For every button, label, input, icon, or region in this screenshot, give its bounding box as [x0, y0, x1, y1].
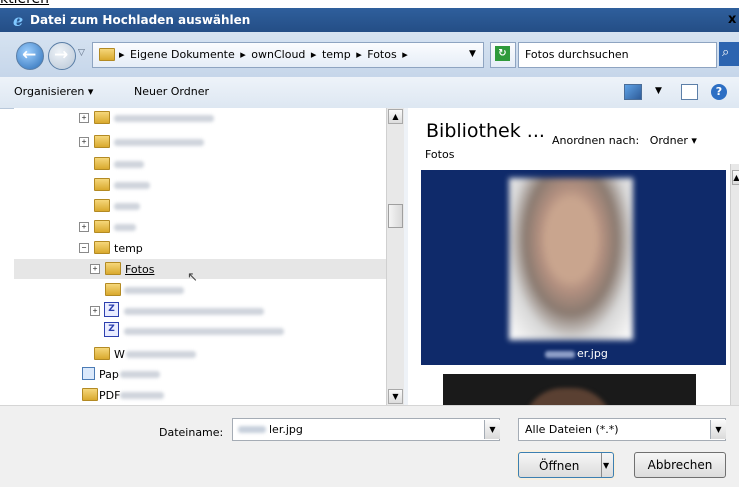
tree-item-label: PDF	[99, 389, 121, 402]
address-toolbar: ← → ▽ ▸ Eigene Dokumente ▸ ownCloud ▸ te…	[0, 32, 739, 78]
tree-item-temp[interactable]: − temp	[14, 238, 404, 258]
tree-item[interactable]: +	[14, 217, 404, 237]
command-bar: Organisieren ▾ Neuer Ordner ▼ ?	[0, 77, 739, 109]
folder-icon	[94, 220, 110, 233]
search-input[interactable]: Fotos durchsuchen	[518, 42, 717, 68]
expand-icon[interactable]: +	[79, 222, 89, 232]
breadcrumb-item[interactable]: Fotos	[367, 48, 396, 61]
expand-icon[interactable]: +	[90, 264, 100, 274]
expand-icon[interactable]: +	[79, 137, 89, 147]
photo-thumbnail	[509, 178, 633, 340]
filename-value: ler.jpg	[269, 423, 303, 436]
tree-item[interactable]	[14, 280, 404, 300]
back-arrow-icon: ←	[22, 45, 37, 65]
collapse-icon[interactable]: −	[79, 243, 89, 253]
filename-dropdown-icon[interactable]: ▼	[484, 420, 500, 439]
tree-item[interactable]: +	[14, 132, 404, 152]
arrange-by-dropdown[interactable]: Anordnen nach: Ordner ▾	[552, 134, 697, 147]
file-type-value: Alle Dateien (*.*)	[525, 423, 619, 436]
folder-icon	[82, 388, 98, 401]
tree-item[interactable]: Pap	[14, 364, 404, 384]
recent-pages-dropdown[interactable]: ▽	[78, 48, 85, 58]
folder-icon	[99, 48, 115, 61]
tree-item-label: temp	[114, 242, 143, 255]
library-title: Bibliothek ...	[426, 120, 545, 142]
tree-item[interactable]: + Z	[14, 301, 404, 321]
breadcrumb: ▸ Eigene Dokumente ▸ ownCloud ▸ temp ▸ F…	[119, 48, 408, 61]
tree-item[interactable]	[14, 175, 404, 195]
tree-item[interactable]: W	[14, 344, 404, 364]
library-scrollbar[interactable]: ▲	[730, 164, 739, 405]
file-type-select[interactable]: Alle Dateien (*.*) ▼	[518, 418, 726, 441]
folder-icon	[94, 157, 110, 170]
address-dropdown-icon[interactable]: ▼	[469, 49, 476, 59]
dialog-title: Datei zum Hochladen auswählen	[30, 13, 251, 27]
photo-thumbnail	[523, 388, 613, 405]
folder-tree: + + + − temp + Fotos ↖ + Z Z W Pap PDF ▲…	[14, 108, 404, 405]
tree-item[interactable]: PDF	[14, 385, 404, 405]
tree-item-fotos[interactable]: + Fotos ↖	[14, 259, 404, 285]
dialog-titlebar: e Datei zum Hochladen auswählen x	[0, 8, 739, 32]
filename-input[interactable]: ler.jpg ▼	[232, 418, 500, 441]
scroll-down-icon[interactable]: ▼	[388, 389, 403, 404]
scroll-thumb[interactable]	[388, 204, 403, 228]
folder-icon	[94, 178, 110, 191]
top-text-fragment: ktieren	[0, 0, 739, 8]
expand-icon[interactable]: +	[90, 306, 100, 316]
folder-icon	[105, 283, 121, 296]
expand-icon[interactable]: +	[79, 113, 89, 123]
open-dropdown-icon[interactable]: ▼	[603, 454, 609, 478]
file-tile[interactable]	[443, 374, 696, 405]
tree-item[interactable]: +	[14, 108, 404, 128]
document-icon	[82, 367, 95, 380]
dialog-footer: Dateiname: ler.jpg ▼ Alle Dateien (*.*) …	[0, 405, 739, 487]
tree-item[interactable]: Z	[14, 321, 404, 341]
zip-folder-icon: Z	[104, 302, 119, 317]
preview-pane-icon[interactable]	[681, 84, 698, 100]
tree-item-label: W	[114, 348, 125, 361]
cancel-button[interactable]: Abbrechen	[634, 452, 726, 478]
folder-icon	[94, 241, 110, 254]
scroll-up-icon[interactable]: ▲	[388, 109, 403, 124]
zip-folder-icon: Z	[104, 322, 119, 337]
address-bar[interactable]: ▸ Eigene Dokumente ▸ ownCloud ▸ temp ▸ F…	[92, 42, 484, 68]
back-button[interactable]: ←	[16, 42, 44, 70]
folder-icon	[94, 199, 110, 212]
file-name: er.jpg	[545, 347, 608, 360]
folder-icon	[94, 347, 110, 360]
scroll-up-icon[interactable]: ▲	[732, 170, 739, 185]
breadcrumb-item[interactable]: Eigene Dokumente	[130, 48, 235, 61]
folder-icon	[94, 111, 110, 124]
forward-button[interactable]: →	[48, 42, 76, 70]
folder-icon	[94, 135, 110, 148]
view-options-icon[interactable]	[624, 84, 642, 100]
tree-item-label: Fotos	[125, 263, 155, 276]
search-placeholder: Fotos durchsuchen	[525, 48, 629, 61]
refresh-button[interactable]: ↻	[490, 42, 516, 68]
breadcrumb-item[interactable]: temp	[322, 48, 351, 61]
magnifier-icon: ⌕	[722, 45, 730, 60]
folder-icon	[105, 262, 121, 275]
file-tile-selected[interactable]: er.jpg	[421, 170, 726, 365]
tree-item[interactable]	[14, 154, 404, 174]
library-subtitle: Fotos	[425, 148, 455, 161]
forward-arrow-icon: →	[54, 45, 69, 65]
close-button[interactable]: x	[728, 12, 736, 27]
tree-item[interactable]	[14, 196, 404, 216]
filename-label: Dateiname:	[159, 426, 224, 439]
help-icon[interactable]: ?	[711, 84, 727, 100]
tree-scrollbar[interactable]: ▲ ▼	[386, 108, 404, 405]
file-type-dropdown-icon[interactable]: ▼	[710, 420, 726, 439]
ie-logo-icon: e	[13, 11, 24, 30]
new-folder-button[interactable]: Neuer Ordner	[134, 85, 209, 98]
library-pane: Bibliothek ... Fotos Anordnen nach: Ordn…	[408, 108, 739, 405]
open-button[interactable]: Öffnen ▼	[518, 452, 614, 478]
refresh-icon: ↻	[495, 46, 510, 61]
organize-menu[interactable]: Organisieren ▾	[14, 85, 93, 98]
breadcrumb-item[interactable]: ownCloud	[251, 48, 305, 61]
search-button[interactable]: ⌕	[719, 42, 739, 66]
view-dropdown-icon[interactable]: ▼	[655, 86, 662, 96]
tree-item-label: Pap	[99, 368, 119, 381]
